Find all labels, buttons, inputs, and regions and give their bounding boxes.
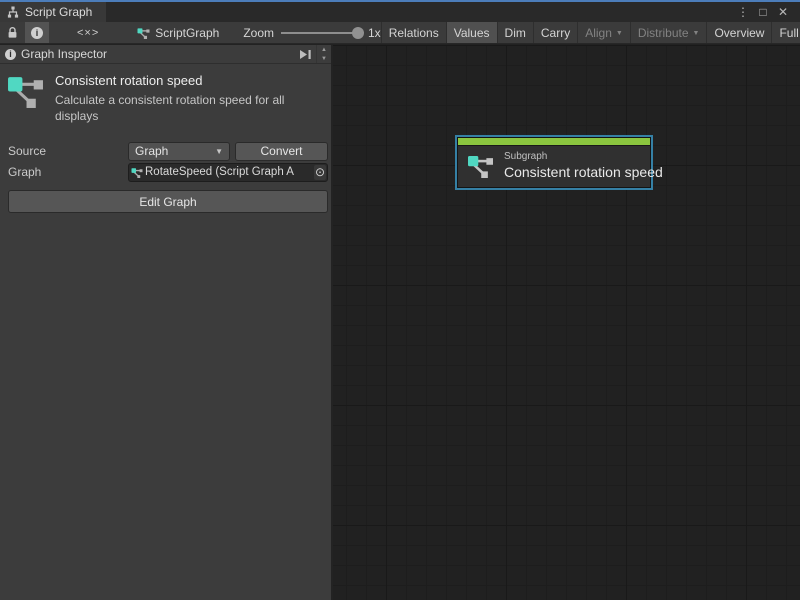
lock-button[interactable] <box>0 22 25 43</box>
dock-icon <box>299 49 312 60</box>
inspector-fields: Source Graph ▼ Convert Graph <box>0 141 331 213</box>
window-controls: ⋮ □ ✕ <box>734 2 800 22</box>
chevron-down-icon: ▼ <box>693 29 700 37</box>
carry-button[interactable]: Carry <box>533 22 577 43</box>
convert-button[interactable]: Convert <box>235 142 328 161</box>
graph-inspector-panel: i Graph Inspector ▲ ▼ <box>0 45 333 600</box>
align-button[interactable]: Align ▼ <box>577 22 630 43</box>
close-icon[interactable]: ✕ <box>774 3 792 21</box>
overview-button[interactable]: Overview <box>706 22 771 43</box>
inspector-toggle-button[interactable]: i <box>25 22 49 43</box>
node-kind-label: Subgraph <box>504 151 663 162</box>
chevron-down-icon: ▼ <box>616 29 623 37</box>
script-graph-asset-icon <box>131 167 143 178</box>
window-menu-icon[interactable]: ⋮ <box>734 3 752 21</box>
graph-summary-text: Consistent rotation speed Calculate a co… <box>55 73 317 124</box>
info-icon: i <box>31 27 43 39</box>
scroll-up-icon[interactable]: ▲ <box>317 45 331 54</box>
edit-graph-button[interactable]: Edit Graph <box>8 190 328 213</box>
graph-object-value: RotateSpeed (Script Graph A <box>145 166 314 178</box>
script-graph-node-icon <box>137 27 150 39</box>
graph-description: Calculate a consistent rotation speed fo… <box>55 92 317 124</box>
node-title: Consistent rotation speed <box>504 164 663 180</box>
main-area: i Graph Inspector ▲ ▼ <box>0 45 800 600</box>
graph-title: Consistent rotation speed <box>55 73 317 88</box>
code-preview-button[interactable]: <×> <box>49 22 127 43</box>
node-header-bar <box>458 138 650 146</box>
graph-row: Graph RotateSpeed (Script G <box>0 162 331 182</box>
relations-button[interactable]: Relations <box>381 22 446 43</box>
graph-field-label: Graph <box>8 165 128 179</box>
breadcrumb[interactable]: ScriptGraph <box>127 22 229 43</box>
info-icon: i <box>5 49 16 60</box>
zoom-slider[interactable] <box>281 32 361 34</box>
full-screen-button[interactable]: Full Screen <box>771 22 800 43</box>
chevron-down-icon: ▼ <box>215 147 223 156</box>
subgraph-node-icon <box>467 153 494 178</box>
dock-panel-button[interactable] <box>295 49 316 60</box>
graph-icon <box>7 73 44 124</box>
object-picker-icon[interactable]: ⊙ <box>314 165 326 180</box>
tab-script-graph[interactable]: Script Graph <box>0 2 106 22</box>
source-dropdown[interactable]: Graph ▼ <box>128 142 230 161</box>
maximize-icon[interactable]: □ <box>754 3 772 21</box>
zoom-label: Zoom <box>243 26 274 40</box>
subgraph-node[interactable]: Subgraph Consistent rotation speed <box>455 135 653 190</box>
graph-toolbar: i <×> ScriptGraph Zoom 1x Relations Valu… <box>0 22 800 44</box>
breadcrumb-label: ScriptGraph <box>155 26 219 40</box>
source-dropdown-value: Graph <box>135 144 168 158</box>
dim-button[interactable]: Dim <box>497 22 533 43</box>
graph-inspector-title: Graph Inspector <box>21 47 107 61</box>
code-icon: <×> <box>77 27 99 39</box>
scroll-down-icon[interactable]: ▼ <box>317 54 331 63</box>
tab-title: Script Graph <box>25 5 92 19</box>
graph-canvas[interactable]: Subgraph Consistent rotation speed <box>333 45 800 600</box>
toolbar-right-buttons: Relations Values Dim Carry Align ▼ Distr… <box>381 22 800 43</box>
graph-object-field[interactable]: RotateSpeed (Script Graph A ⊙ <box>128 163 328 182</box>
lock-icon <box>6 26 19 39</box>
distribute-button[interactable]: Distribute ▼ <box>630 22 707 43</box>
zoom-value: 1x <box>368 26 381 40</box>
source-row: Source Graph ▼ Convert <box>0 141 331 161</box>
source-label: Source <box>8 144 128 158</box>
values-button[interactable]: Values <box>446 22 497 43</box>
graph-summary: Consistent rotation speed Calculate a co… <box>0 64 331 124</box>
zoom-slider-knob[interactable] <box>352 27 364 39</box>
script-graph-tab-icon <box>7 6 19 18</box>
graph-inspector-header: i Graph Inspector ▲ ▼ <box>0 45 331 64</box>
zoom-control: Zoom 1x <box>243 22 380 43</box>
tab-bar: Script Graph ⋮ □ ✕ <box>0 2 800 22</box>
panel-scrollbar[interactable]: ▲ ▼ <box>316 45 331 63</box>
